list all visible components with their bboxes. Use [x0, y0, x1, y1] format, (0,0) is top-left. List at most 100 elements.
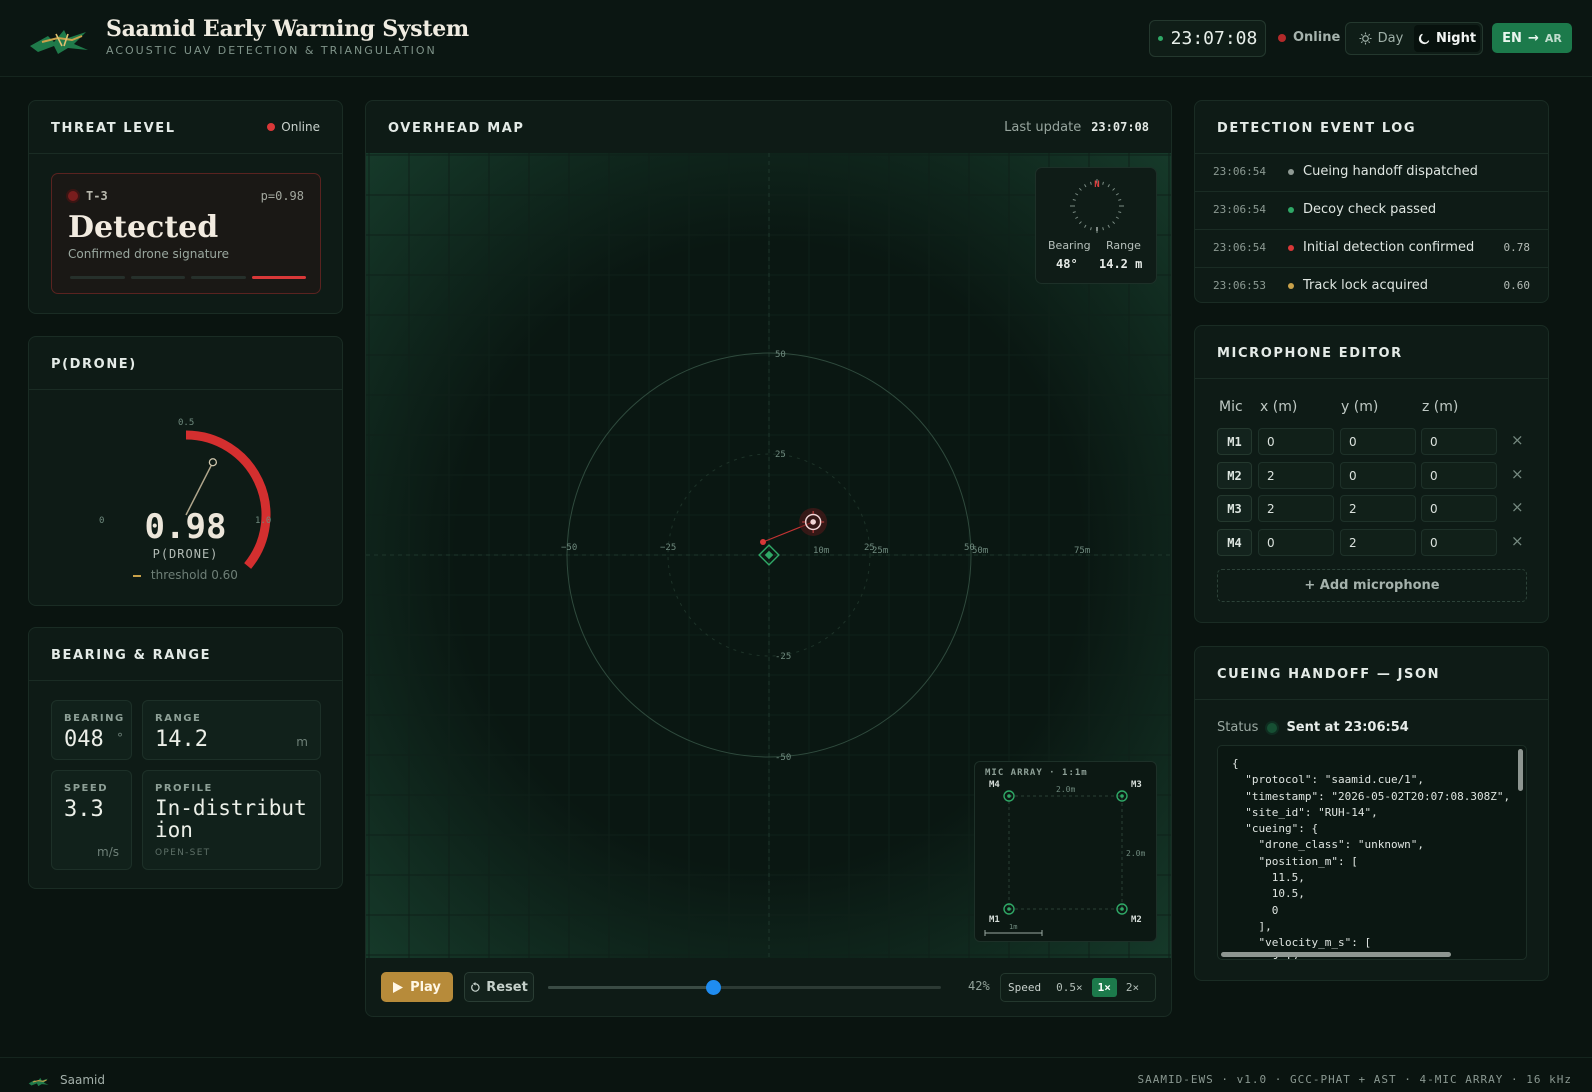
- range-card: RANGE 14.2 m: [142, 700, 321, 760]
- bearing-card: BEARING 048 °: [51, 700, 132, 760]
- compass-tick: [1107, 224, 1110, 228]
- language-toggle-button[interactable]: EN → AR: [1492, 23, 1572, 53]
- compass-tick: [1090, 227, 1092, 231]
- threshold-legend: threshold 0.60: [29, 568, 342, 582]
- map-tick-x-neg50: −50: [561, 543, 577, 553]
- log-entry[interactable]: 23:06:54 Initial detection confirmed 0.7…: [1195, 229, 1548, 267]
- json-content: { "protocol": "saamid.cue/1", "timestamp…: [1232, 757, 1511, 959]
- clock-status-dot: [1157, 36, 1163, 41]
- delete-mic-m2-icon[interactable]: ×: [1511, 465, 1524, 483]
- delete-mic-m1-icon[interactable]: ×: [1511, 431, 1524, 449]
- timeline-percent: 42%: [968, 979, 990, 993]
- mic-m2-y-input[interactable]: 0: [1340, 462, 1416, 489]
- mic-marker-m4[interactable]: [1003, 790, 1015, 802]
- speed-label: SPEED: [64, 783, 108, 794]
- json-horizontal-scrollbar[interactable]: [1221, 952, 1451, 957]
- mic-array-diagram: 2.0m 2.0m M4 M3 M1 M2 1m: [984, 780, 1145, 936]
- delete-mic-m4-icon[interactable]: ×: [1511, 532, 1524, 550]
- pdrone-value: 0.98: [144, 507, 227, 547]
- mic-m2-x-input[interactable]: 2: [1258, 462, 1334, 489]
- mic-m1-y-input[interactable]: 0: [1340, 428, 1416, 455]
- bearing-label: BEARING: [64, 713, 125, 724]
- mic-label-m1: M1: [989, 915, 1000, 925]
- playback-controls: Play Reset 42% Speed 0.5× 1× 2×: [366, 958, 1171, 1016]
- mic-array-scale-label: 1m: [1009, 923, 1017, 931]
- profile-label: PROFILE: [155, 783, 213, 794]
- mic-array-inset: MIC ARRAY · 1:1m 2.0m 2.0m M4 M3 M1 M2 1…: [974, 761, 1157, 942]
- log-time: 23:06:54: [1213, 165, 1266, 178]
- compass-tick: [1072, 211, 1076, 213]
- mic-m4-z-input[interactable]: 0: [1421, 529, 1497, 556]
- mic-m3-x-input[interactable]: 2: [1258, 495, 1334, 522]
- mic-m4-x-input[interactable]: 0: [1258, 529, 1334, 556]
- theme-day-button[interactable]: Day: [1348, 25, 1414, 52]
- add-microphone-button[interactable]: + Add microphone: [1217, 569, 1527, 602]
- mic-label-m2: M2: [1131, 915, 1142, 925]
- speed-label: Speed: [1008, 981, 1042, 994]
- event-log-panel: DETECTION EVENT LOG 23:06:54 Cueing hand…: [1194, 100, 1549, 303]
- threat-card: T-3 p=0.98 Detected Confirmed drone sign…: [51, 173, 321, 294]
- reset-button[interactable]: Reset: [464, 972, 534, 1002]
- system-clock: 23:07:08: [1149, 20, 1266, 57]
- compass-tick: [1102, 181, 1104, 185]
- compass-tick: [1112, 221, 1116, 225]
- speed-option-2x[interactable]: 2×: [1120, 978, 1145, 997]
- json-vertical-scrollbar[interactable]: [1518, 749, 1523, 791]
- lang-current: EN: [1502, 30, 1522, 46]
- col-header-x: x (m): [1260, 399, 1298, 415]
- speed-option-0.5x[interactable]: 0.5×: [1050, 978, 1089, 997]
- bearing-range-panel: BEARING & RANGE BEARING 048 ° RANGE 14.2…: [28, 627, 343, 889]
- app-header: Saamid Early Warning System ACOUSTIC UAV…: [0, 0, 1592, 77]
- mic-m2-z-input[interactable]: 0: [1421, 462, 1497, 489]
- mic-m1-x-input[interactable]: 0: [1258, 428, 1334, 455]
- overhead-map-panel: OVERHEAD MAP Last update 23:07:08 50 25 …: [365, 100, 1172, 1017]
- compass-tick: [1078, 221, 1082, 225]
- log-severity-dot: [1288, 207, 1294, 213]
- log-entry[interactable]: 23:06:54 Decoy check passed: [1195, 191, 1548, 229]
- log-severity-dot: [1288, 283, 1294, 289]
- reset-icon: [471, 981, 480, 992]
- event-log-title: DETECTION EVENT LOG: [1217, 121, 1417, 136]
- speed-option-1x[interactable]: 1×: [1091, 978, 1117, 997]
- compass-tick: [1084, 224, 1087, 228]
- clock-time: 23:07:08: [1170, 28, 1258, 49]
- bearing-value: 048: [64, 727, 104, 752]
- range-unit: m: [296, 735, 308, 749]
- compass-tick: [1075, 193, 1079, 196]
- threat-level-panel: THREAT LEVEL Online T-3 p=0.98 Detected …: [28, 100, 343, 314]
- profile-value: In-distribution: [155, 796, 307, 842]
- drone-marker[interactable]: [799, 507, 828, 536]
- log-entry[interactable]: 23:06:53 Track lock acquired 0.60: [1195, 267, 1548, 305]
- compass-tick: [1084, 184, 1087, 188]
- threat-level-segment: [251, 276, 306, 279]
- moon-icon: [1418, 33, 1430, 44]
- log-entry[interactable]: 23:06:54 Cueing handoff dispatched: [1195, 153, 1548, 191]
- timeline-handle[interactable]: [706, 980, 722, 995]
- cueing-handoff-panel: CUEING HANDOFF — JSON Status Sent at 23:…: [1194, 646, 1549, 981]
- last-update: Last update 23:07:08: [1004, 120, 1149, 135]
- handoff-status-label: Status: [1217, 720, 1259, 735]
- mic-m3-y-input[interactable]: 2: [1340, 495, 1416, 522]
- bearing-unit: °: [117, 731, 123, 745]
- saamid-footer-logo-icon: [28, 1077, 49, 1087]
- map-canvas[interactable]: 50 25 -25 -50 −50 −25 25 50 10m 25m 50m …: [366, 153, 1171, 958]
- compass-bearing-value: 48°: [1056, 257, 1078, 271]
- speed-card: SPEED 3.3 m/s: [51, 770, 132, 870]
- mic-m1-z-input[interactable]: 0: [1421, 428, 1497, 455]
- compass-north-label: N: [1094, 180, 1099, 190]
- threat-status: Online: [267, 120, 320, 134]
- timeline-slider[interactable]: [548, 980, 941, 995]
- threat-code-label: T-3: [86, 189, 108, 203]
- play-button[interactable]: Play: [381, 972, 453, 1002]
- profile-sublabel: OPEN-SET: [155, 848, 211, 858]
- mic-array-height: 2.0m: [1126, 849, 1145, 858]
- cueing-handoff-title: CUEING HANDOFF — JSON: [1217, 667, 1441, 682]
- delete-mic-m3-icon[interactable]: ×: [1511, 498, 1524, 516]
- mic-m3-z-input[interactable]: 0: [1421, 495, 1497, 522]
- mic-m4-y-input[interactable]: 2: [1340, 529, 1416, 556]
- json-viewer[interactable]: { "protocol": "saamid.cue/1", "timestamp…: [1217, 745, 1527, 960]
- threat-level-segment: [191, 276, 246, 279]
- compass-tick: [1112, 187, 1116, 191]
- theme-night-button[interactable]: Night: [1414, 25, 1480, 52]
- play-label: Play: [410, 979, 441, 995]
